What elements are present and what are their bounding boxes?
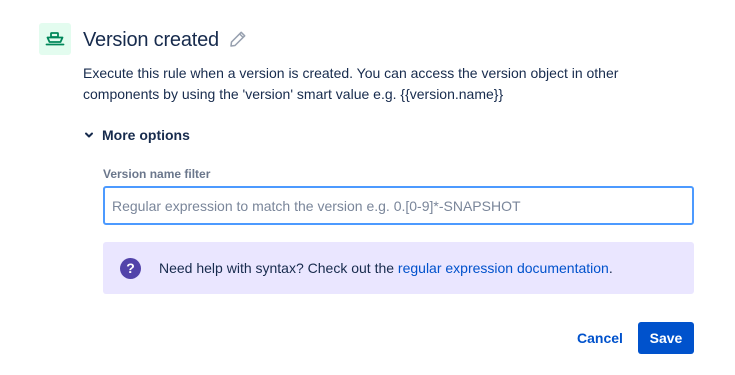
ship-icon [45, 32, 65, 46]
version-filter-label: Version name filter [103, 167, 211, 181]
syntax-help-message: ? Need help with syntax? Check out the r… [103, 242, 694, 294]
chevron-down-icon [85, 132, 93, 138]
help-text-prefix: Need help with syntax? Check out the [159, 260, 395, 276]
help-text-suffix: . [608, 260, 613, 276]
help-text: Need help with syntax? Check out the reg… [159, 258, 613, 278]
cancel-button[interactable]: Cancel [567, 322, 633, 354]
trigger-config-panel: Version created Execute this rule when a… [0, 0, 735, 375]
trigger-title: Version created [83, 29, 219, 51]
trigger-description: Execute this rule when a version is crea… [83, 65, 619, 102]
version-name-filter-input[interactable] [103, 186, 694, 225]
more-options-label: More options [102, 127, 190, 143]
question-circle-icon: ? [120, 257, 141, 279]
regex-documentation-link[interactable]: regular expression documentation [398, 260, 609, 276]
trigger-icon-container [39, 23, 71, 55]
more-options-toggle[interactable]: More options [83, 125, 190, 145]
save-button[interactable]: Save [638, 322, 694, 354]
pencil-icon[interactable] [229, 30, 247, 48]
